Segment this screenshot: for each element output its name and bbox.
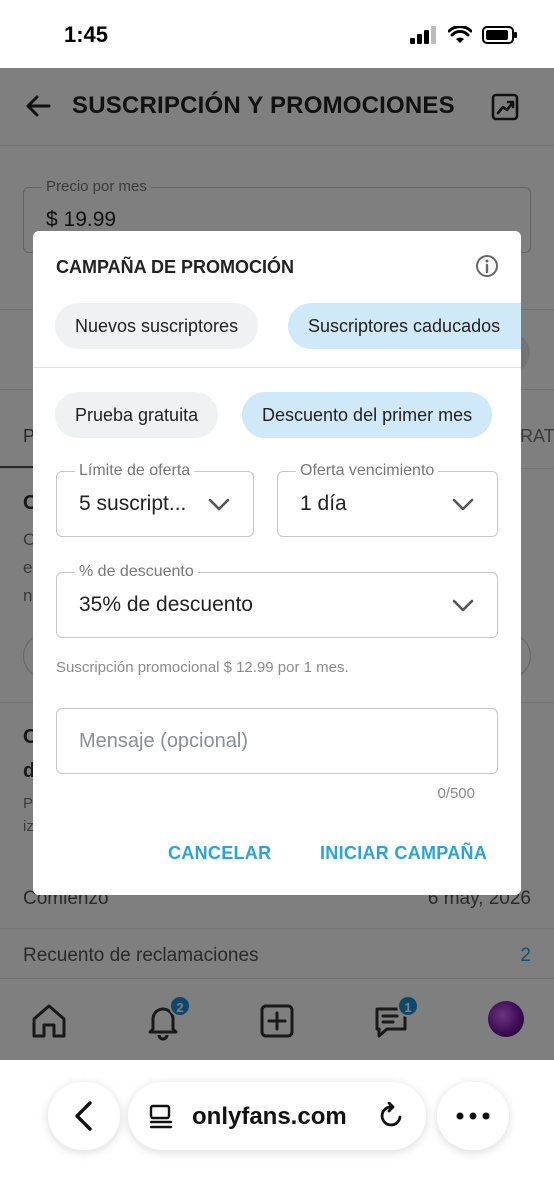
chevron-down-icon	[452, 599, 474, 612]
browser-toolbar: onlyfans.com	[0, 1060, 554, 1199]
wifi-icon	[448, 26, 472, 43]
message-placeholder: Mensaje (opcional)	[79, 730, 248, 752]
chip-free-trial[interactable]: Prueba gratuita	[55, 392, 219, 438]
message-input[interactable]: Mensaje (opcional)	[56, 708, 498, 774]
promo-helper-text: Suscripción promocional $ 12.99 por 1 me…	[56, 659, 349, 676]
promotion-campaign-dialog: CAMPAÑA DE PROMOCIÓN Nuevos suscriptores…	[33, 231, 521, 895]
dialog-title: CAMPAÑA DE PROMOCIÓN	[56, 257, 294, 277]
discount-value: 35% de descuento	[79, 593, 253, 616]
info-icon[interactable]	[475, 254, 499, 278]
chevron-down-icon	[452, 498, 474, 511]
offer-expiry-value: 1 día	[300, 492, 347, 515]
address-bar[interactable]: onlyfans.com	[128, 1082, 426, 1150]
chevron-left-icon	[75, 1101, 92, 1131]
chip-first-month-discount[interactable]: Descuento del primer mes	[242, 392, 493, 438]
offer-limit-label: Límite de oferta	[75, 462, 195, 480]
cancel-button[interactable]: CANCELAR	[168, 843, 271, 864]
discount-label: % de descuento	[75, 563, 198, 581]
chip-expired-subscribers[interactable]: Suscriptores caducados	[288, 303, 521, 349]
battery-icon	[482, 26, 517, 44]
url-text: onlyfans.com	[192, 1103, 347, 1130]
status-icons	[410, 26, 518, 44]
status-bar: 1:45	[0, 0, 554, 68]
offer-expiry-select[interactable]: Oferta vencimiento 1 día	[277, 462, 498, 537]
browser-more-button[interactable]	[437, 1082, 509, 1150]
offer-limit-value: 5 suscript...	[79, 492, 187, 515]
more-dots-icon	[456, 1112, 490, 1120]
character-counter: 0/500	[437, 785, 475, 802]
start-campaign-button[interactable]: INICIAR CAMPAÑA	[320, 843, 487, 864]
offer-limit-select[interactable]: Límite de oferta 5 suscript...	[56, 462, 254, 537]
dialog-divider	[33, 367, 521, 368]
reload-icon[interactable]	[378, 1102, 406, 1130]
offer-expiry-label: Oferta vencimiento	[296, 462, 439, 480]
chevron-down-icon	[208, 498, 230, 511]
browser-back-button[interactable]	[48, 1082, 120, 1150]
chip-new-subscribers[interactable]: Nuevos suscriptores	[55, 303, 259, 349]
discount-percent-select[interactable]: % de descuento 35% de descuento	[56, 563, 498, 638]
page-menu-icon[interactable]	[148, 1104, 174, 1130]
status-time: 1:45	[64, 22, 109, 47]
signal-icon	[410, 26, 436, 44]
